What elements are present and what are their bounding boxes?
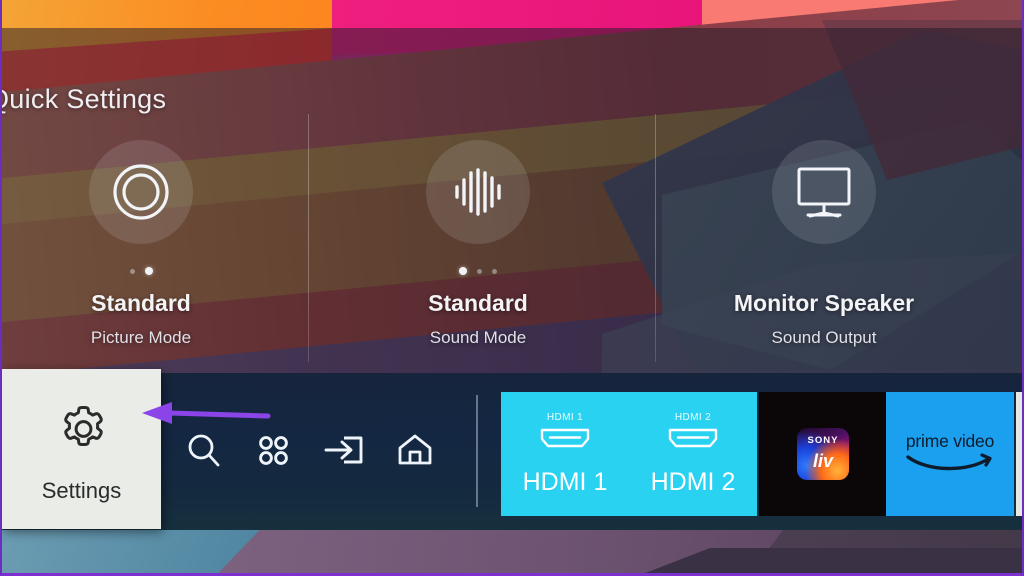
dot	[129, 268, 135, 274]
hdmi-1-small-label: HDMI 1	[546, 411, 584, 423]
tv-screen: Quick Settings Standard Picture Mode Sta…	[0, 0, 1024, 576]
quick-setting-picture-mode[interactable]: Standard Picture Mode	[2, 140, 291, 348]
dot	[477, 268, 482, 274]
prime-video-smile-icon	[902, 452, 998, 478]
picture-mode-icon	[89, 140, 193, 244]
settings-tile[interactable]: Settings	[2, 369, 161, 529]
hdmi-port-icon	[666, 426, 720, 455]
quick-setting-sound-mode[interactable]: Standard Sound Mode	[328, 140, 628, 348]
tile-prime-video[interactable]: prime video	[886, 392, 1014, 516]
dot-active	[459, 267, 467, 275]
tile-partial-next[interactable]	[1016, 392, 1022, 516]
picture-mode-dots	[2, 266, 291, 276]
panel-divider-2	[655, 114, 656, 362]
sound-mode-dots	[328, 266, 628, 276]
gear-icon	[54, 401, 110, 462]
sonyliv-brand-top: SONY	[807, 435, 839, 446]
sound-mode-value: Standard	[428, 290, 528, 316]
sound-mode-icon	[426, 140, 530, 244]
source-input-icon[interactable]	[318, 424, 370, 476]
dot	[492, 268, 497, 274]
hdmi-2-label: HDMI 2	[650, 467, 736, 496]
search-icon[interactable]	[178, 424, 230, 476]
hdmi-port-icon	[538, 426, 592, 455]
sound-output-label: Sound Output	[771, 328, 877, 347]
sound-mode-label: Sound Mode	[429, 328, 527, 347]
hdmi-2-small-label: HDMI 2	[674, 411, 712, 423]
quick-settings-panel: Quick Settings Standard Picture Mode Sta…	[0, 28, 1022, 373]
sonyliv-brand-bottom: liv	[812, 451, 833, 471]
tile-hdmi-1[interactable]: HDMI 1 HDMI 1	[501, 392, 629, 516]
sound-output-dots	[674, 266, 974, 276]
tile-hdmi-2[interactable]: HDMI 2 HDMI 2	[629, 392, 757, 516]
sound-output-value: Monitor Speaker	[733, 290, 915, 316]
picture-mode-value: Standard	[91, 290, 191, 316]
prime-video-label: prime video	[905, 430, 995, 451]
quick-setting-sound-output[interactable]: Monitor Speaker Sound Output	[674, 140, 974, 348]
dot-active	[144, 267, 153, 275]
hdmi-1-label: HDMI 1	[522, 467, 608, 496]
settings-tile-label: Settings	[41, 477, 122, 503]
quick-settings-title: Quick Settings	[0, 84, 167, 114]
panel-divider-1	[308, 114, 309, 362]
tile-sonyliv[interactable]: SONY liv	[759, 392, 887, 516]
home-icon[interactable]	[389, 424, 441, 476]
bar-section-divider	[476, 395, 478, 507]
picture-mode-label: Picture Mode	[90, 328, 192, 347]
sound-output-icon	[772, 140, 876, 244]
sonyliv-logo-icon: SONY liv	[797, 428, 849, 480]
apps-icon[interactable]	[247, 424, 299, 476]
